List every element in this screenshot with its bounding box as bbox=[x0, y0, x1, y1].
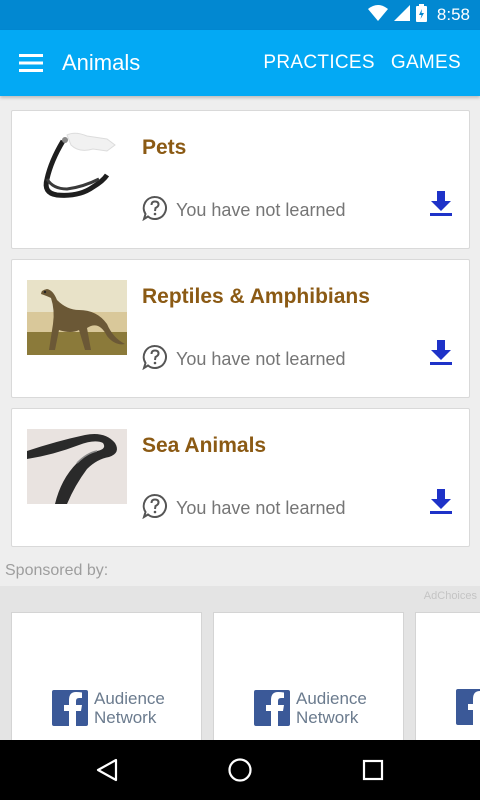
topic-card-reptiles-amphibians[interactable]: Reptiles & Amphibians You have not learn… bbox=[11, 259, 470, 398]
question-bubble-icon bbox=[142, 195, 168, 226]
download-icon[interactable] bbox=[429, 487, 453, 515]
back-icon[interactable] bbox=[77, 740, 137, 800]
recents-icon[interactable] bbox=[343, 740, 403, 800]
audience-network-logo: Audience Network bbox=[254, 689, 367, 727]
app-bar: Animals PRACTICES GAMES bbox=[0, 30, 480, 96]
learning-status-text: You have not learned bbox=[176, 200, 346, 220]
facebook-icon bbox=[52, 690, 88, 726]
facebook-icon bbox=[456, 689, 480, 725]
battery-icon bbox=[415, 3, 427, 27]
pets-thumbnail bbox=[27, 131, 127, 206]
ad-card-partial[interactable] bbox=[415, 612, 480, 740]
topic-title: Sea Animals bbox=[142, 434, 267, 457]
topic-card-sea-animals[interactable]: Sea Animals You have not learned bbox=[11, 408, 470, 547]
learning-status-text: You have not learned bbox=[176, 498, 346, 518]
ad-card[interactable]: Audience Network bbox=[11, 612, 202, 740]
download-icon[interactable] bbox=[429, 189, 453, 217]
learning-status: You have not learned bbox=[142, 195, 345, 226]
question-bubble-icon bbox=[142, 344, 168, 375]
download-icon[interactable] bbox=[429, 338, 453, 366]
topic-card-pets[interactable]: Pets You have not learned bbox=[11, 110, 470, 249]
question-bubble-icon bbox=[142, 493, 168, 524]
page-title: Animals bbox=[62, 50, 141, 75]
learning-status: You have not learned bbox=[142, 344, 345, 375]
audience-network-logo: Audience Network bbox=[52, 689, 165, 727]
games-button[interactable]: GAMES bbox=[391, 52, 461, 74]
status-bar: 8:58 bbox=[0, 0, 480, 30]
sea-animals-thumbnail bbox=[27, 429, 127, 504]
topic-title: Reptiles & Amphibians bbox=[142, 285, 370, 308]
practices-button[interactable]: PRACTICES bbox=[263, 52, 374, 74]
reptiles-thumbnail bbox=[27, 280, 127, 355]
adchoices-link[interactable]: AdChoices bbox=[424, 590, 477, 602]
status-time: 8:58 bbox=[436, 5, 470, 24]
cell-signal-icon bbox=[393, 4, 410, 26]
ad-card[interactable]: Audience Network bbox=[213, 612, 404, 740]
learning-status-text: You have not learned bbox=[176, 349, 346, 369]
menu-icon[interactable] bbox=[0, 30, 62, 96]
ad-network-line1: Audience bbox=[296, 689, 367, 708]
topic-list: Pets You have not learned Reptiles & Amp… bbox=[0, 96, 480, 740]
ad-carousel[interactable]: AdChoices Audience Network Audience Netw… bbox=[0, 586, 480, 740]
ad-network-line2: Network bbox=[296, 708, 359, 727]
topic-title: Pets bbox=[142, 136, 187, 159]
system-nav-bar bbox=[0, 740, 480, 800]
ad-network-line2: Network bbox=[94, 708, 157, 727]
ad-network-line1: Audience bbox=[94, 689, 165, 708]
home-icon[interactable] bbox=[210, 740, 270, 800]
sponsored-label: Sponsored by: bbox=[5, 562, 109, 579]
learning-status: You have not learned bbox=[142, 493, 345, 524]
wifi-icon bbox=[367, 4, 388, 26]
facebook-icon bbox=[254, 690, 290, 726]
